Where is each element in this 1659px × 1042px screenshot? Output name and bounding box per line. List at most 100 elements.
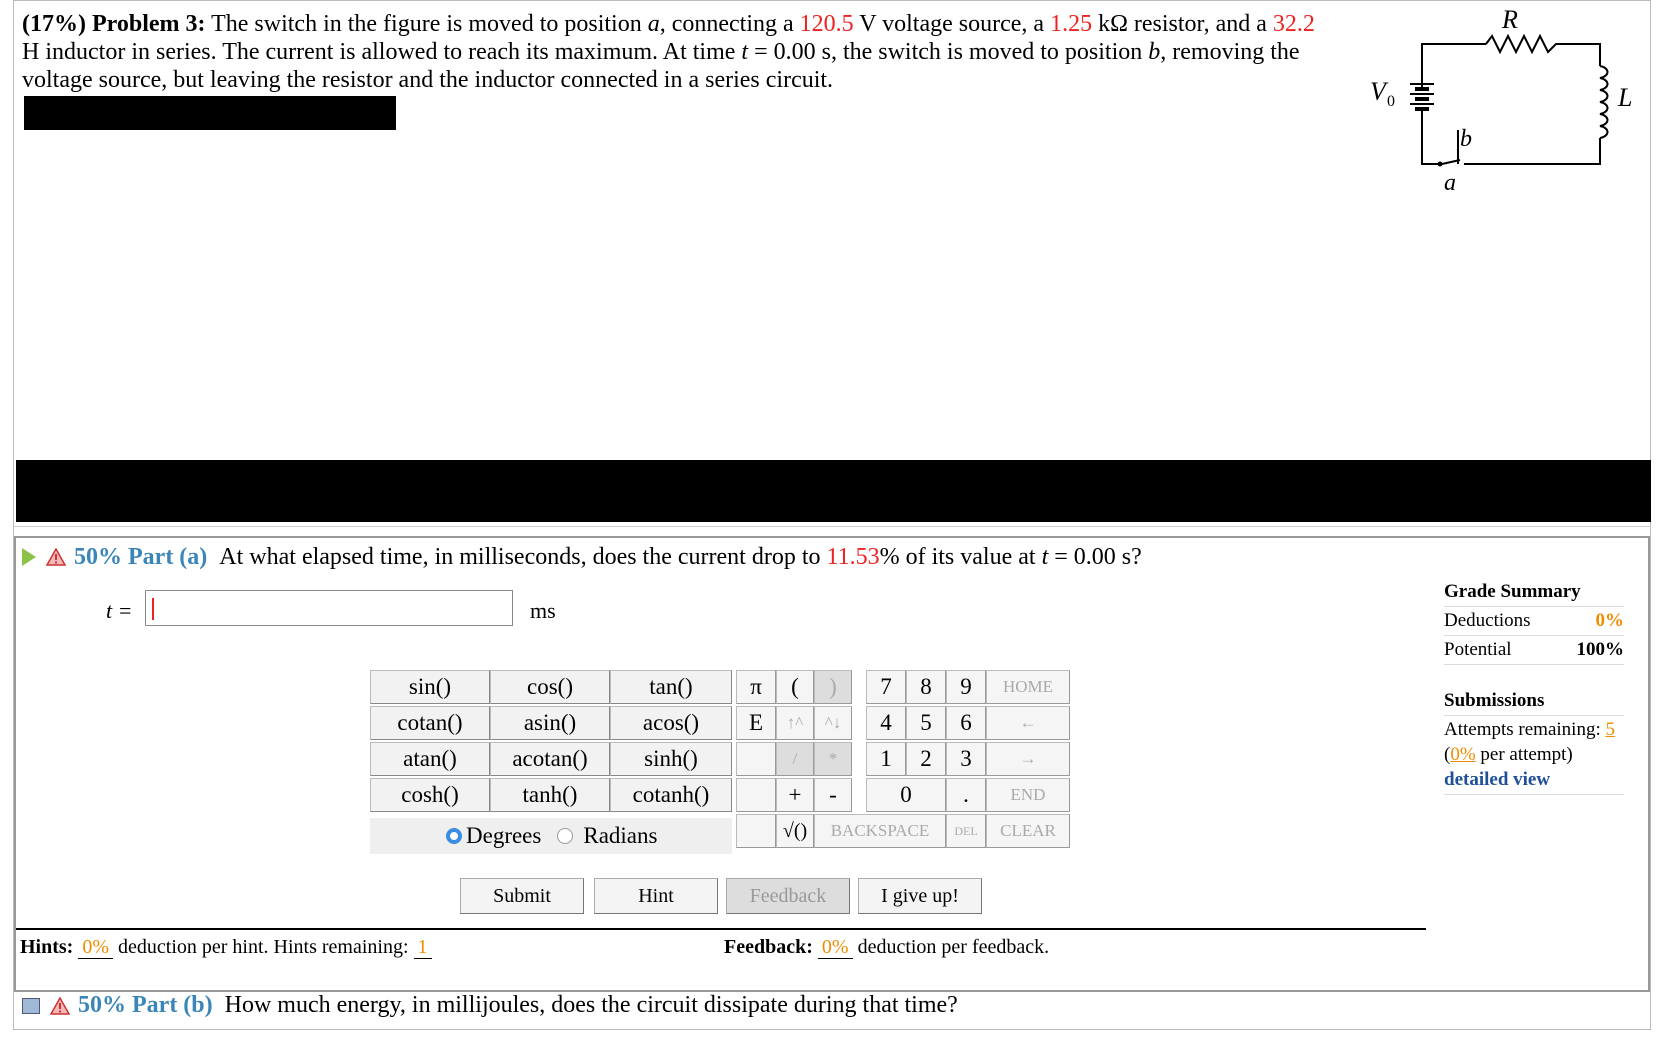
problem-var-b: b (1148, 39, 1161, 65)
deductions-value: 0% (1595, 610, 1625, 631)
answer-input[interactable] (145, 590, 513, 626)
sinh-button[interactable]: sinh() (610, 742, 732, 776)
part-a-header: 50% Part (a) At what elapsed time, in mi… (22, 540, 1142, 574)
switch-pivot-icon (1437, 161, 1443, 167)
atan-button[interactable]: atan() (370, 742, 490, 776)
part-a-percent-value: 11.53 (826, 543, 880, 570)
left-paren-key[interactable]: ( (776, 670, 814, 704)
answer-unit: ms (530, 598, 556, 623)
cos-button[interactable]: cos() (490, 670, 610, 704)
part-b-question: How much energy, in millijoules, does th… (224, 992, 958, 1018)
problem-label: Problem 3: (91, 11, 206, 37)
resistance-value: 1.25 (1050, 11, 1093, 37)
decimal-key[interactable]: . (946, 778, 986, 812)
angle-mode-selector: Degrees Radians (370, 818, 732, 854)
hints-status: Hints: 0% deduction per hint. Hints rema… (20, 936, 432, 959)
divide-key[interactable]: / (776, 742, 814, 776)
divider (13, 526, 1651, 527)
attempts-row: Attempts remaining: 5 (1444, 716, 1624, 744)
tanh-button[interactable]: tanh() (490, 778, 610, 812)
hints-remaining: 1 (413, 936, 432, 959)
potential-row: Potential 100% (1444, 636, 1624, 665)
blank-key (736, 814, 776, 848)
key-8[interactable]: 8 (906, 670, 946, 704)
per-attempt-deduction: 0% (1450, 744, 1476, 765)
answer-variable-label: t = (106, 598, 133, 623)
blank-key (736, 778, 776, 812)
key-3[interactable]: 3 (946, 742, 986, 776)
key-0[interactable]: 0 (866, 778, 946, 812)
feedback-status: Feedback: 0% deduction per feedback. (724, 936, 1049, 959)
resistor-symbol (1485, 33, 1601, 66)
key-2[interactable]: 2 (906, 742, 946, 776)
down-arrow-key[interactable]: ^↓ (814, 706, 852, 740)
plus-key[interactable]: + (776, 778, 814, 812)
expand-arrow-icon[interactable] (22, 548, 36, 566)
sqrt-key[interactable]: √() (776, 814, 814, 848)
multiply-key[interactable]: * (814, 742, 852, 776)
cotan-button[interactable]: cotan() (370, 706, 490, 740)
collapsed-part-icon[interactable] (22, 997, 40, 1014)
detailed-view-row: detailed view (1444, 769, 1624, 795)
deductions-row: Deductions 0% (1444, 607, 1624, 636)
detailed-view-link[interactable]: detailed view (1444, 769, 1550, 790)
degrees-radio[interactable] (446, 828, 462, 844)
battery-icon (1410, 83, 1434, 111)
key-7[interactable]: 7 (866, 670, 906, 704)
asin-button[interactable]: asin() (490, 706, 610, 740)
part-a-label: 50% Part (a) (74, 543, 208, 570)
part-a-question-2: % of its value at (879, 543, 1042, 570)
feedback-deduction: 0% (817, 936, 853, 959)
problem-var-a: a (647, 11, 660, 37)
grade-summary-title: Grade Summary (1444, 578, 1624, 607)
pi-key[interactable]: π (736, 670, 776, 704)
feedback-button[interactable]: Feedback (726, 878, 850, 914)
tan-button[interactable]: tan() (610, 670, 732, 704)
potential-label: Potential (1444, 639, 1512, 660)
sin-button[interactable]: sin() (370, 670, 490, 704)
home-key[interactable]: HOME (986, 670, 1070, 704)
grade-summary: Grade Summary Deductions 0% Potential 100%… (1444, 578, 1624, 795)
problem-text-6: = 0.00 s, the switch is moved to positio… (748, 39, 1149, 65)
acotan-button[interactable]: acotan() (490, 742, 610, 776)
hint-button[interactable]: Hint (594, 878, 718, 914)
key-4[interactable]: 4 (866, 706, 906, 740)
problem-text-5: H inductor in series. The current is all… (22, 39, 742, 65)
radians-radio[interactable] (557, 828, 574, 844)
per-attempt-row: (0% per attempt) (1444, 744, 1624, 769)
cursor-right-key[interactable]: → (986, 742, 1070, 776)
problem-text-1: The switch in the figure is moved to pos… (211, 11, 648, 37)
cotanh-button[interactable]: cotanh() (610, 778, 732, 812)
problem-text-4: kΩ resistor, and a (1092, 11, 1273, 37)
key-1[interactable]: 1 (866, 742, 906, 776)
e-key[interactable]: E (736, 706, 776, 740)
label-b: b (1460, 126, 1472, 152)
cosh-button[interactable]: cosh() (370, 778, 490, 812)
inductance-value: 32.2 (1272, 11, 1315, 37)
acos-button[interactable]: acos() (610, 706, 732, 740)
warning-icon (46, 548, 66, 566)
cursor-left-key[interactable]: ← (986, 706, 1070, 740)
delete-key[interactable]: DEL (946, 814, 986, 848)
key-9[interactable]: 9 (946, 670, 986, 704)
submissions-title: Submissions (1444, 687, 1624, 716)
problem-statement: (17%) Problem 3: The switch in the figur… (22, 10, 1322, 94)
right-paren-key[interactable]: ) (814, 670, 852, 704)
give-up-button[interactable]: I give up! (858, 878, 982, 914)
key-6[interactable]: 6 (946, 706, 986, 740)
text-cursor (152, 598, 154, 620)
redacted-block (16, 460, 1651, 522)
part-a-question-1: At what elapsed time, in milliseconds, d… (219, 543, 827, 570)
minus-key[interactable]: - (814, 778, 852, 812)
radians-label: Radians (583, 823, 658, 848)
end-key[interactable]: END (986, 778, 1070, 812)
part-a-question-3: = 0.00 s? (1048, 543, 1142, 570)
attempts-label: Attempts remaining: (1444, 719, 1601, 740)
hints-text: deduction per hint. Hints remaining: (118, 936, 409, 958)
backspace-key[interactable]: BACKSPACE (814, 814, 946, 848)
part-b-label[interactable]: 50% Part (b) (78, 992, 213, 1019)
submit-button[interactable]: Submit (460, 878, 584, 914)
up-arrow-key[interactable]: ↑^ (776, 706, 814, 740)
key-5[interactable]: 5 (906, 706, 946, 740)
clear-key[interactable]: CLEAR (986, 814, 1070, 848)
